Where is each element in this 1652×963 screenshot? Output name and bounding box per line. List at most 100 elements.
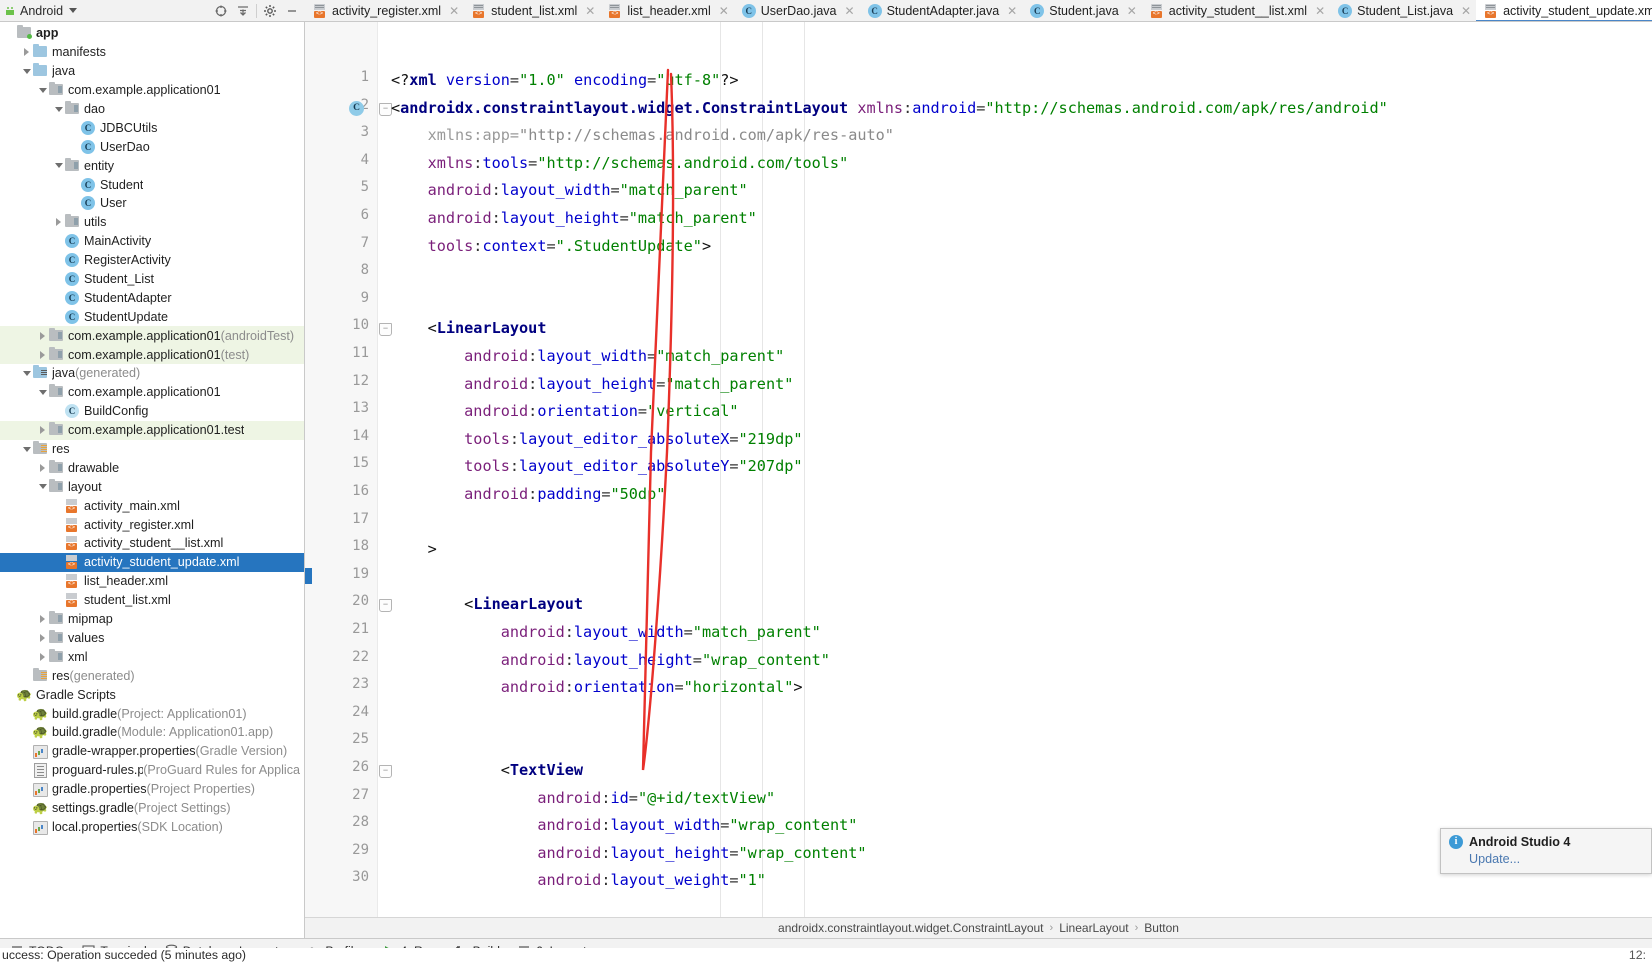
tree-item-student[interactable]: C Student — [0, 175, 304, 194]
editor-tab-Student_List-java[interactable]: C Student_List.java ✕ — [1330, 0, 1476, 21]
close-icon[interactable]: ✕ — [719, 4, 729, 18]
tree-item-java[interactable]: java (generated) — [0, 364, 304, 383]
tree-item-build-gradle[interactable]: 🐢 build.gradle (Project: Application01) — [0, 704, 304, 723]
breadcrumb-item[interactable]: Button — [1144, 921, 1179, 935]
editor-tab-activity_student__list-xml[interactable]: <> activity_student__list.xml ✕ — [1142, 0, 1330, 21]
editor-gutter[interactable]: 1 2 3 4 5 6 7 8 9 10 11 12 13 14 15 16 17 18 19 20 21 22 23 24 2… — [305, 22, 378, 917]
project-tree[interactable]: app manifests java com.example.application0… — [0, 22, 305, 938]
editor-tab-Student-java[interactable]: C Student.java ✕ — [1022, 0, 1142, 21]
chevron-right-icon[interactable] — [36, 633, 49, 642]
tree-item-label: com.example.application01 — [68, 83, 221, 98]
chevron-right-icon[interactable] — [36, 331, 49, 340]
chevron-right-icon[interactable] — [36, 652, 49, 661]
target-icon[interactable] — [210, 1, 232, 21]
chevron-down-icon[interactable] — [36, 389, 49, 395]
editor-tab-StudentAdapter-java[interactable]: C StudentAdapter.java ✕ — [860, 0, 1023, 21]
tree-item-list-header-xml[interactable]: <> list_header.xml — [0, 572, 304, 591]
tree-item-studentupdate[interactable]: C StudentUpdate — [0, 307, 304, 326]
line-number: 11 — [352, 345, 369, 361]
tree-item-buildconfig[interactable]: C BuildConfig — [0, 402, 304, 421]
tree-item-dao[interactable]: dao — [0, 100, 304, 119]
notification-update-link[interactable]: Update... — [1449, 852, 1643, 866]
chevron-right-icon[interactable] — [36, 463, 49, 472]
tree-item-local-properties[interactable]: local.properties (SDK Location) — [0, 817, 304, 836]
tree-item-gradle-wrapper-properties[interactable]: gradle-wrapper.properties (Gradle Versio… — [0, 742, 304, 761]
chevron-down-icon[interactable] — [52, 106, 65, 112]
tree-item-label: MainActivity — [84, 234, 152, 249]
tree-item-com-example-application01-test[interactable]: com.example.application01.test — [0, 420, 304, 440]
chevron-right-icon[interactable] — [36, 426, 49, 435]
update-notification-popup[interactable]: i Android Studio 4 Update... — [1440, 828, 1652, 874]
chevron-down-icon[interactable] — [20, 370, 33, 376]
minimize-icon[interactable] — [281, 1, 303, 21]
chevron-right-icon[interactable] — [52, 218, 65, 227]
tree-item-label: gradle.properties — [52, 782, 147, 797]
editor-tab-student_list-xml[interactable]: <> student_list.xml ✕ — [464, 0, 600, 21]
tree-item-mainactivity[interactable]: C MainActivity — [0, 232, 304, 251]
tree-item-com-example-application01[interactable]: com.example.application01 — [0, 383, 304, 402]
close-icon[interactable]: ✕ — [1007, 4, 1017, 18]
tree-item-jdbcutils[interactable]: C JDBCUtils — [0, 118, 304, 137]
tree-item-mipmap[interactable]: mipmap — [0, 610, 304, 629]
tree-item-res[interactable]: res (generated) — [0, 666, 304, 685]
tree-item-res[interactable]: res — [0, 440, 304, 459]
editor-tab-activity_register-xml[interactable]: <> activity_register.xml ✕ — [305, 0, 464, 21]
tree-item-sublabel: (Gradle Version) — [195, 744, 288, 759]
source-code[interactable]: <?xml version="1.0" encoding="utf-8"?> <a… — [391, 22, 1652, 917]
chevron-down-icon[interactable] — [69, 8, 78, 13]
chevron-right-icon[interactable] — [20, 48, 33, 57]
breadcrumb-item[interactable]: LinearLayout — [1059, 921, 1128, 935]
tree-item-layout[interactable]: layout — [0, 477, 304, 496]
collapse-all-icon[interactable] — [232, 1, 254, 21]
breadcrumb[interactable]: androidx.constraintlayout.widget.Constra… — [305, 917, 1652, 938]
tree-item-xml[interactable]: xml — [0, 647, 304, 666]
code-editor[interactable]: 1 2 3 4 5 6 7 8 9 10 11 12 13 14 15 16 17 18 19 20 21 22 23 24 2… — [305, 22, 1652, 938]
tree-item-activity-register-xml[interactable]: <> activity_register.xml — [0, 515, 304, 534]
chevron-down-icon[interactable] — [20, 68, 33, 74]
tree-item-activity-student-list-xml[interactable]: <> activity_student__list.xml — [0, 534, 304, 553]
tree-item-com-example-application01[interactable]: com.example.application01 (androidTest) — [0, 326, 304, 346]
chevron-down-icon[interactable] — [36, 484, 49, 490]
chevron-right-icon[interactable] — [36, 615, 49, 624]
close-icon[interactable]: ✕ — [585, 4, 595, 18]
tree-item-user[interactable]: C User — [0, 194, 304, 213]
gear-icon[interactable] — [259, 1, 281, 21]
tree-item-gradle-scripts[interactable]: 🐢 Gradle Scripts — [0, 685, 304, 704]
tree-item-entity[interactable]: entity — [0, 156, 304, 175]
close-icon[interactable]: ✕ — [845, 4, 855, 18]
tree-item-activity-main-xml[interactable]: <> activity_main.xml — [0, 496, 304, 515]
tree-item-manifests[interactable]: manifests — [0, 43, 304, 62]
close-icon[interactable]: ✕ — [1461, 4, 1471, 18]
tree-item-drawable[interactable]: drawable — [0, 458, 304, 477]
tree-item-utils[interactable]: utils — [0, 213, 304, 232]
close-icon[interactable]: ✕ — [1315, 4, 1325, 18]
tree-item-studentadapter[interactable]: C StudentAdapter — [0, 288, 304, 307]
chevron-down-icon[interactable] — [20, 446, 33, 452]
tree-item-student-list-xml[interactable]: <> student_list.xml — [0, 591, 304, 610]
editor-text-area[interactable]: 1 2 3 4 5 6 7 8 9 10 11 12 13 14 15 16 17 18 19 20 21 22 23 24 2… — [305, 22, 1652, 917]
tree-item-activity-student-update-xml[interactable]: <> activity_student_update.xml — [0, 552, 304, 572]
tree-item-userdao[interactable]: C UserDao — [0, 137, 304, 156]
close-icon[interactable]: ✕ — [1127, 4, 1137, 18]
tree-item-app[interactable]: app — [0, 24, 304, 43]
tree-item-settings-gradle[interactable]: 🐢 settings.gradle (Project Settings) — [0, 799, 304, 818]
editor-tab-list_header-xml[interactable]: <> list_header.xml ✕ — [600, 0, 733, 21]
tree-item-values[interactable]: values — [0, 629, 304, 648]
close-icon[interactable]: ✕ — [449, 4, 459, 18]
tree-item-registeractivity[interactable]: C RegisterActivity — [0, 251, 304, 270]
breadcrumb-item[interactable]: androidx.constraintlayout.widget.Constra… — [778, 921, 1044, 935]
editor-tab-activity_student_update-xml[interactable]: <> activity_student_update.xml — [1476, 0, 1652, 21]
tree-item-com-example-application01[interactable]: com.example.application01 (test) — [0, 345, 304, 365]
tree-item-build-gradle[interactable]: 🐢 build.gradle (Module: Application01.app… — [0, 723, 304, 742]
tree-item-proguard-rules-pro[interactable]: proguard-rules.pro (ProGuard Rules for A… — [0, 761, 304, 780]
chevron-right-icon[interactable] — [36, 350, 49, 359]
code-token: tools — [464, 429, 510, 448]
tree-item-gradle-properties[interactable]: gradle.properties (Project Properties) — [0, 780, 304, 799]
class-gutter-icon[interactable]: C — [349, 100, 364, 116]
chevron-down-icon[interactable] — [52, 163, 65, 169]
tree-item-student-list[interactable]: C Student_List — [0, 270, 304, 289]
tree-item-com-example-application01[interactable]: com.example.application01 — [0, 81, 304, 100]
editor-tab-UserDao-java[interactable]: C UserDao.java ✕ — [734, 0, 860, 21]
chevron-down-icon[interactable] — [36, 87, 49, 93]
tree-item-java[interactable]: java — [0, 62, 304, 81]
